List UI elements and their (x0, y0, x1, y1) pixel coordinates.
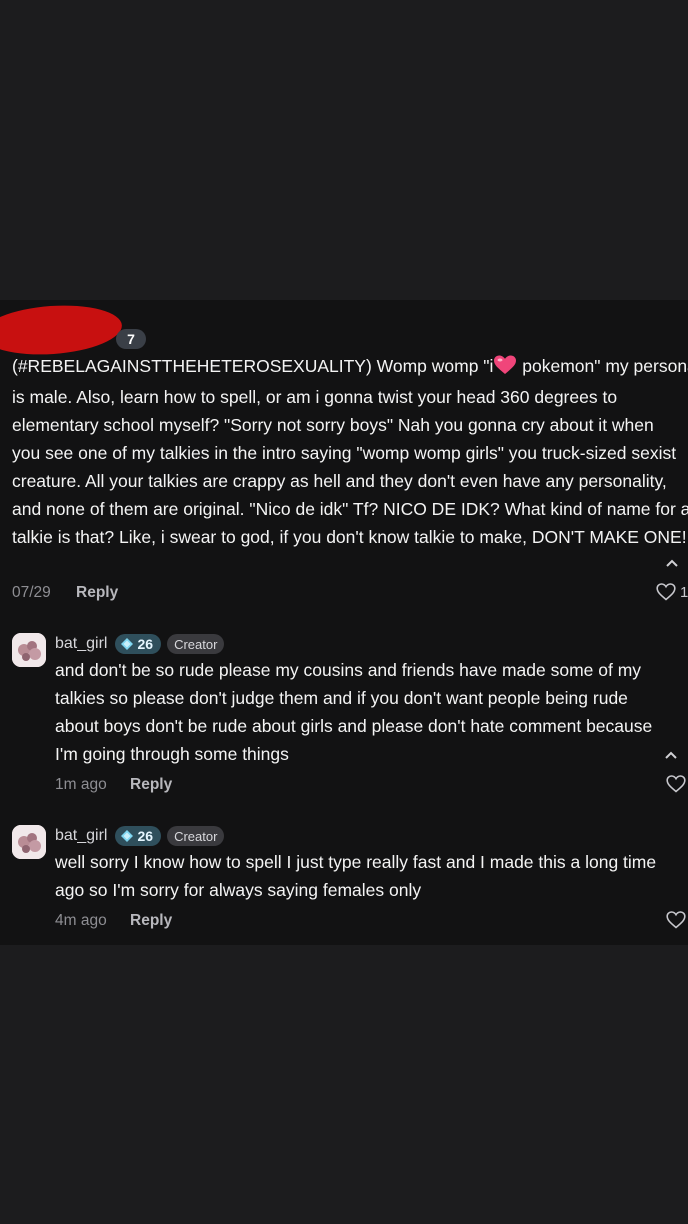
heart-outline-icon (666, 911, 686, 929)
heart-outline-icon (656, 583, 676, 601)
diamond-icon (121, 830, 134, 842)
level-badge: 7 (116, 329, 146, 349)
comment-line: creature. All your talkies are crappy as… (12, 471, 667, 491)
avatar-image (12, 825, 46, 859)
username[interactable]: bat_girl (55, 635, 107, 653)
avatar[interactable] (12, 825, 46, 859)
comment-line: well sorry I know how to spell I just ty… (55, 852, 657, 872)
reply-user-row: bat_girl 26 Creator (55, 633, 225, 655)
diamond-icon (121, 638, 134, 650)
creator-tag: Creator (167, 826, 225, 846)
reply-text: and don't be so rude please my cousins a… (55, 656, 652, 768)
comment-line: elementary school myself? "Sorry not sor… (12, 415, 654, 435)
heart-outline-icon (666, 775, 686, 793)
avatar[interactable] (12, 633, 46, 667)
comment-date: 07/29 (12, 584, 51, 601)
main-comment-text: (#REBELAGAINSTTHEHETEROSEXUALITY) Womp w… (12, 352, 688, 551)
avatar-image (12, 633, 46, 667)
comment-line: talkie is that? Like, i swear to god, if… (12, 527, 687, 547)
username[interactable]: bat_girl (55, 827, 107, 845)
heart-emoji-icon (493, 355, 517, 383)
comment-line: is male. Also, learn how to spell, or am… (12, 387, 618, 407)
comment-line: and none of them are original. "Nico de … (12, 499, 688, 519)
reply-time: 4m ago (55, 912, 107, 929)
like-button[interactable] (666, 775, 686, 793)
comment-line: (#REBELAGAINSTTHEHETEROSEXUALITY) Womp w… (12, 352, 688, 383)
like-count: 1 (680, 583, 688, 601)
collapse-caret-icon[interactable] (665, 751, 677, 759)
comment-line: you see one of my talkies in the intro s… (12, 443, 677, 463)
like-button[interactable]: 1 (656, 583, 688, 601)
comment-line: talkies so please don't judge them and i… (55, 688, 628, 708)
reply-user-row: bat_girl 26 Creator (55, 825, 225, 847)
reply-button[interactable]: Reply (76, 584, 118, 602)
level-badge: 26 (115, 634, 162, 654)
reply-text: well sorry I know how to spell I just ty… (55, 848, 656, 904)
reply-time: 1m ago (55, 776, 107, 793)
reply-button[interactable]: Reply (130, 912, 172, 930)
reply-button[interactable]: Reply (130, 776, 172, 794)
like-button[interactable] (666, 911, 686, 929)
comment-line: I'm going through some things (55, 744, 289, 764)
creator-tag: Creator (167, 634, 225, 654)
comment-line: about boys don't be rude about girls and… (55, 716, 653, 736)
collapse-caret-icon[interactable] (666, 559, 678, 567)
comment-line: ago so I'm sorry for always saying femal… (55, 880, 422, 900)
level-badge: 26 (115, 826, 162, 846)
comment-line: and don't be so rude please my cousins a… (55, 660, 642, 680)
